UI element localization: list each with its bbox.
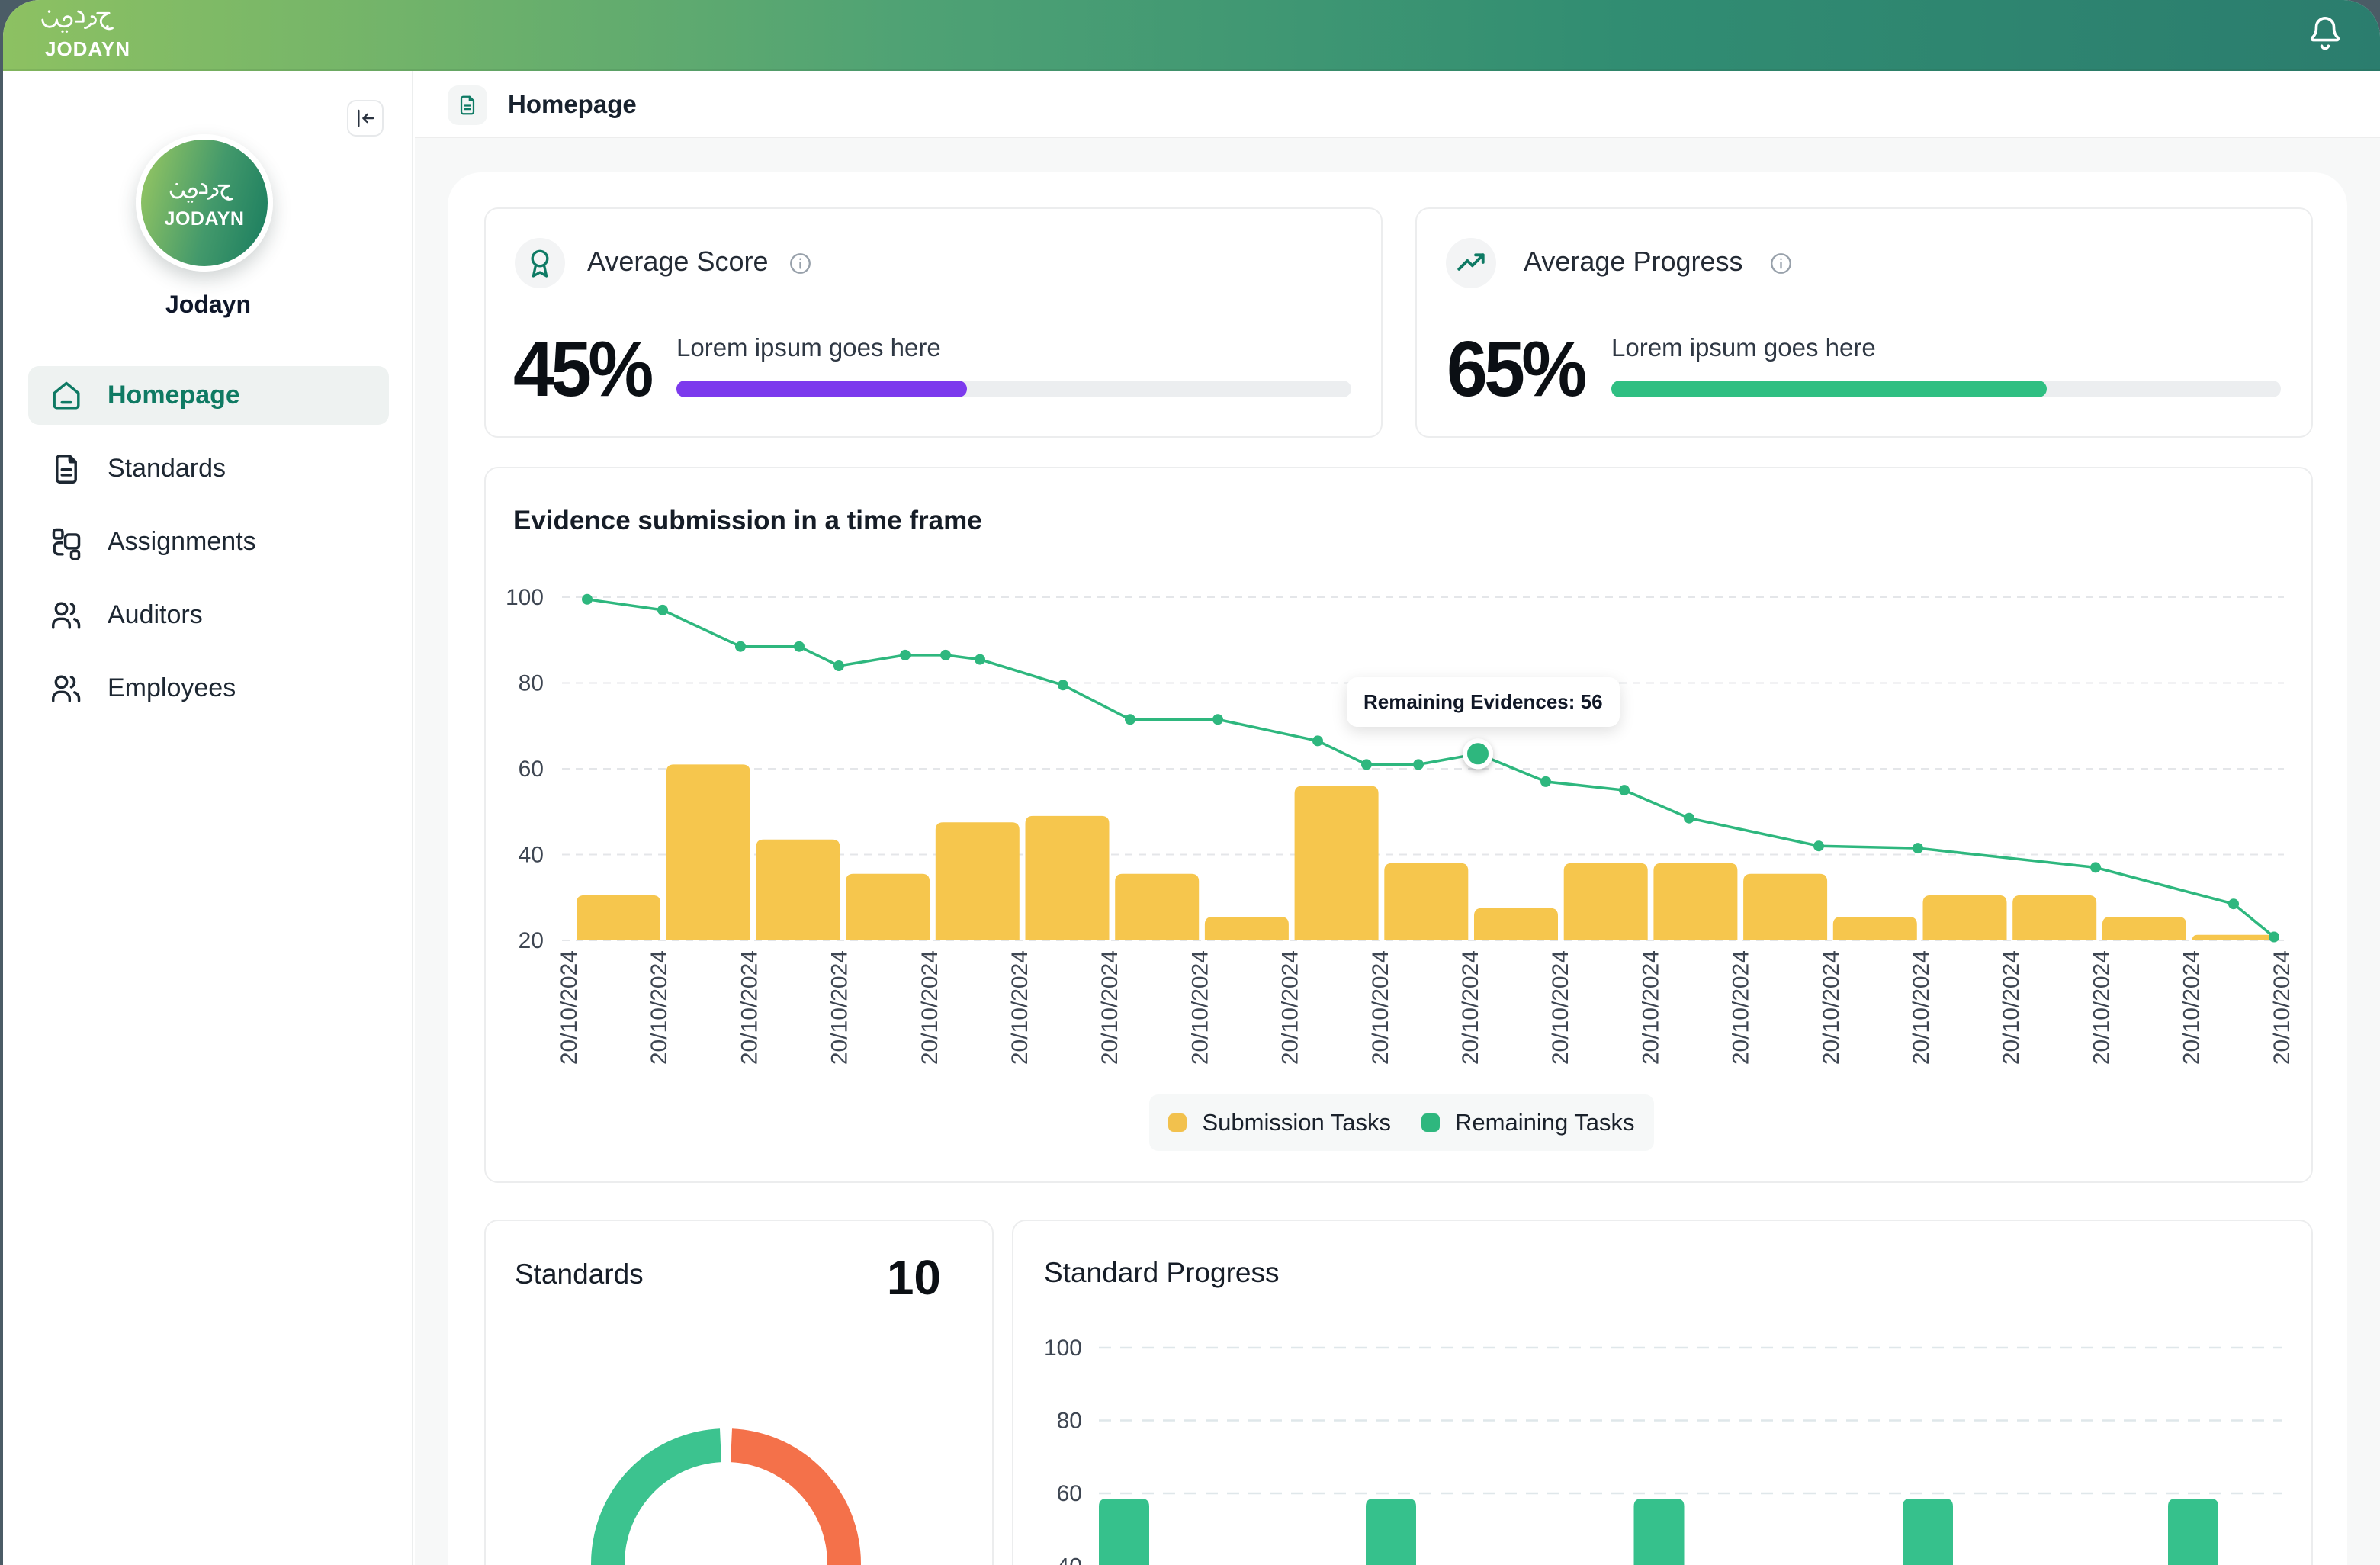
svg-text:20/10/2024: 20/10/2024 (1368, 950, 1393, 1065)
svg-text:100: 100 (1044, 1335, 1082, 1361)
svg-text:20/10/2024: 20/10/2024 (1278, 950, 1303, 1065)
svg-text:60: 60 (1057, 1481, 1082, 1506)
svg-text:60: 60 (519, 757, 544, 782)
svg-text:80: 80 (519, 671, 544, 696)
svg-text:20/10/2024: 20/10/2024 (2089, 950, 2114, 1065)
svg-text:20/10/2024: 20/10/2024 (827, 950, 853, 1065)
svg-text:20: 20 (519, 928, 544, 953)
svg-text:40: 40 (519, 843, 544, 868)
svg-text:20/10/2024: 20/10/2024 (1729, 950, 1754, 1065)
svg-text:20/10/2024: 20/10/2024 (1548, 950, 1573, 1065)
svg-text:100: 100 (506, 585, 544, 610)
svg-text:20/10/2024: 20/10/2024 (2179, 950, 2205, 1065)
svg-text:20/10/2024: 20/10/2024 (1819, 950, 1844, 1065)
svg-text:20/10/2024: 20/10/2024 (557, 950, 582, 1065)
svg-text:20/10/2024: 20/10/2024 (1097, 950, 1123, 1065)
svg-text:20/10/2024: 20/10/2024 (1007, 950, 1033, 1065)
svg-text:20/10/2024: 20/10/2024 (1458, 950, 1483, 1065)
svg-text:20/10/2024: 20/10/2024 (737, 950, 762, 1065)
svg-text:20/10/2024: 20/10/2024 (917, 950, 943, 1065)
svg-text:20/10/2024: 20/10/2024 (1638, 950, 1663, 1065)
svg-text:20/10/2024: 20/10/2024 (1999, 950, 2024, 1065)
svg-text:20/10/2024: 20/10/2024 (1187, 950, 1212, 1065)
svg-text:20/10/2024: 20/10/2024 (1909, 950, 1934, 1065)
svg-text:40: 40 (1057, 1554, 1082, 1565)
svg-text:20/10/2024: 20/10/2024 (2269, 950, 2295, 1065)
svg-text:20/10/2024: 20/10/2024 (647, 950, 672, 1065)
svg-text:80: 80 (1057, 1409, 1082, 1434)
